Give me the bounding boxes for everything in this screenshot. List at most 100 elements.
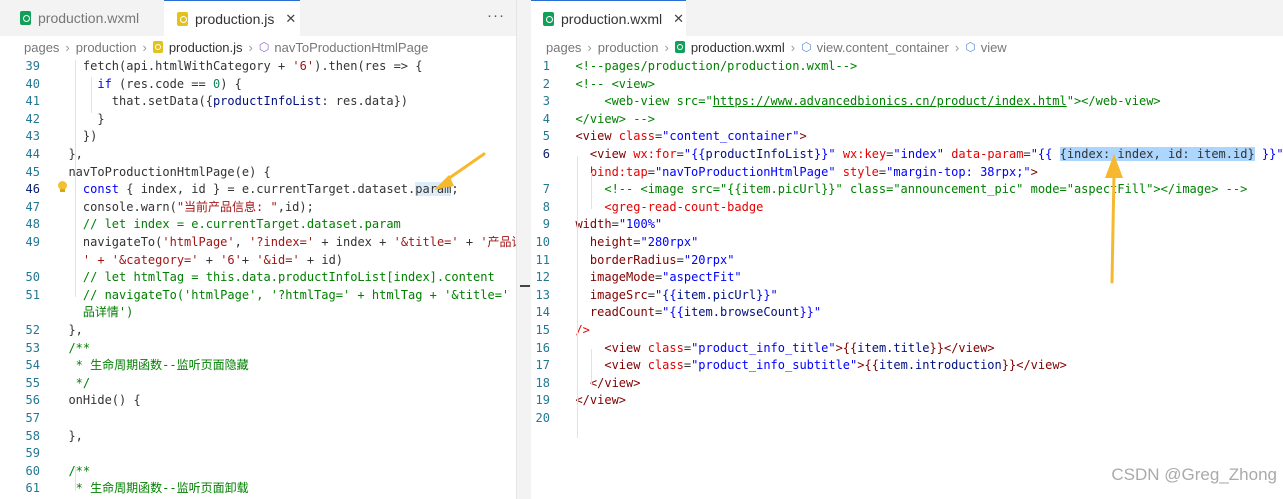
code-token: </view> --> (561, 111, 655, 126)
wxml-file-icon (20, 11, 31, 25)
breadcrumb-item-production[interactable]: production (598, 40, 659, 55)
watermark: CSDN @Greg_Zhong (1111, 465, 1277, 484)
line-number: 18 (535, 375, 550, 390)
code-token: , (234, 235, 250, 249)
tab-production-js[interactable]: production.js ✕ (164, 0, 300, 36)
code-token: "100%" (618, 217, 663, 232)
code-token: "{{ (662, 305, 684, 320)
code-line: <view class="content_container"> (561, 127, 806, 145)
code-token: // navigateTo('htmlPage', '?htmlTag=' + … (54, 287, 517, 302)
tab-label: production.js (195, 10, 275, 27)
code-token: "index" (893, 147, 944, 161)
code-token: '&id=' (256, 252, 300, 267)
code-line: imageSrc="{{item.picUrl}}" (561, 286, 778, 304)
line-number: 7 (542, 182, 550, 197)
code-token: if (97, 76, 112, 91)
code-line: navToProductionHtmlPage(e) { (54, 163, 270, 181)
code-token: }}</view> (929, 340, 995, 355)
line-number: 19 (535, 393, 550, 408)
code-token: + id) (299, 252, 344, 267)
code-token: </view> (575, 393, 627, 408)
line-number: 15 (535, 323, 550, 337)
code-token: }}</view> (1001, 358, 1067, 373)
code-token: "20rpx" (683, 252, 735, 267)
code-token: width (575, 217, 612, 232)
line-number: 59 (25, 446, 40, 461)
breadcrumb-item-method[interactable]: ⬡ navToProductionHtmlPage (259, 40, 428, 55)
lightbulb-icon[interactable] (58, 181, 67, 193)
code-token: <view (589, 147, 627, 161)
code-line: <view class="product_info_subtitle">{{it… (561, 356, 1067, 374)
js-file-icon (152, 41, 163, 53)
code-token: borderRadius (589, 252, 677, 267)
line-number: 58 (25, 428, 40, 443)
code-line: ' + '&category=' + '6'+ '&id=' + id) (54, 251, 343, 269)
code-token: class (611, 129, 655, 144)
chevron-right-icon: › (65, 39, 70, 55)
code-token: console.warn( (54, 199, 177, 214)
code-token: wx:for (626, 147, 677, 161)
code-token: 'htmlPage' (162, 235, 235, 249)
breadcrumb-item-container[interactable]: ⬡ view.content_container (801, 40, 949, 55)
line-number: 9 (542, 217, 550, 232)
breadcrumb-item-pages[interactable]: pages (546, 40, 581, 55)
breadcrumb-item-pages[interactable]: pages (24, 40, 59, 55)
code-line: bind:tap="navToProductionHtmlPage" style… (561, 163, 1038, 181)
indent-guide (75, 147, 76, 297)
close-icon[interactable]: ✕ (673, 11, 684, 27)
code-line: that.setData({productInfoList: res.data}… (54, 92, 408, 110)
code-token: readCount (589, 305, 655, 320)
close-icon[interactable]: ✕ (285, 11, 296, 27)
breadcrumb-item-file[interactable]: production.wxml (674, 40, 785, 55)
line-number: 2 (542, 76, 550, 91)
wxml-file-icon (543, 11, 554, 26)
code-token: >{{ (835, 340, 858, 355)
breadcrumb: pages › production › production.js › ⬡ na… (0, 36, 517, 58)
code-line: navigateTo('htmlPage', '?index=' + index… (54, 233, 517, 251)
code-token: = (683, 340, 692, 355)
breadcrumb-container-label: view.content_container (816, 39, 949, 55)
line-number: 50 (25, 270, 40, 285)
indent-guide (75, 467, 76, 491)
split-sash[interactable] (517, 0, 531, 499)
chevron-right-icon: › (954, 39, 960, 55)
breadcrumb-item-file[interactable]: production.js (152, 40, 243, 55)
breadcrumb: pages › production › production.wxml › ⬡… (531, 36, 1283, 58)
code-token: '6' (292, 59, 315, 73)
code-line: <!-- <view> (561, 75, 654, 93)
code-token: { index, id } = e.currentTarget.dataset. (119, 182, 416, 197)
chevron-right-icon: › (790, 39, 796, 55)
line-number: 45 (25, 164, 40, 179)
more-actions-icon[interactable]: ··· (487, 7, 505, 24)
code-line: // let htmlTag = this.data.productInfoLi… (54, 268, 495, 286)
line-number: 60 (25, 463, 40, 478)
code-token: >{{ (857, 358, 879, 373)
tab-production-wxml[interactable]: production.wxml ✕ (531, 0, 686, 36)
code-token: "{{ (683, 147, 706, 161)
code-token: <view (604, 358, 641, 373)
breadcrumb-item-view[interactable]: ⬡ view (965, 40, 1007, 55)
code-line: }, (54, 427, 82, 445)
code-line: * 生命周期函数--监听页面隐藏 (54, 356, 249, 374)
breadcrumb-item-production[interactable]: production (76, 40, 137, 55)
code-line: // navigateTo('htmlPage', '?htmlTag=' + … (54, 286, 517, 304)
code-line: readCount="{{item.browseCount}}" (561, 303, 821, 321)
code-token: style (835, 164, 879, 179)
code-token: // let index = e.currentTarget.dataset.p… (54, 217, 401, 232)
tab-production-wxml[interactable]: production.wxml (0, 0, 164, 36)
code-token: "navToProductionHtmlPage" (654, 164, 836, 179)
chevron-right-icon: › (587, 39, 592, 55)
annotation-arrow-right (1105, 154, 1123, 284)
line-number: 16 (535, 340, 550, 355)
code-token: */ (54, 375, 91, 390)
code-token: "280rpx" (640, 235, 699, 249)
line-number: 12 (535, 270, 550, 285)
code-token: class (640, 358, 684, 373)
code-token: * 生命周期函数--监听页面隐藏 (54, 358, 249, 373)
code-token: ) { (220, 76, 242, 91)
code-token: </view> (589, 375, 641, 390)
